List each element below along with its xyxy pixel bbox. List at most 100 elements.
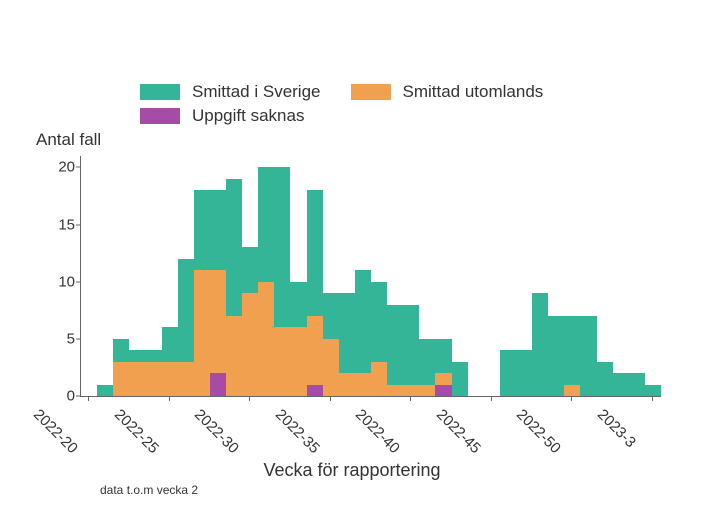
bar-segment bbox=[419, 339, 435, 385]
bar-segment bbox=[307, 190, 323, 316]
bar-segment bbox=[274, 167, 290, 327]
bar-segment bbox=[452, 362, 468, 396]
x-tick-mark bbox=[410, 396, 411, 401]
bar-segment bbox=[532, 293, 548, 396]
bar-col bbox=[548, 156, 564, 396]
bar-segment bbox=[500, 350, 516, 396]
x-tick-label: 2022-20 bbox=[30, 406, 81, 457]
y-tick: 15 bbox=[45, 216, 75, 233]
bar-segment bbox=[242, 293, 258, 396]
bar-segment bbox=[129, 350, 145, 361]
bar-segment bbox=[323, 293, 339, 339]
bar-segment bbox=[113, 339, 129, 362]
bar-col bbox=[210, 156, 226, 396]
bar-col bbox=[468, 156, 484, 396]
x-tick-mark bbox=[169, 396, 170, 401]
legend-label-utomlands: Smittad utomlands bbox=[403, 82, 544, 102]
bar-col bbox=[564, 156, 580, 396]
legend: Smittad i Sverige Smittad utomlands Uppg… bbox=[140, 82, 600, 130]
bar-col bbox=[387, 156, 403, 396]
bar-col bbox=[194, 156, 210, 396]
bar-segment bbox=[307, 316, 323, 385]
y-tick: 20 bbox=[45, 159, 75, 176]
footnote: data t.o.m vecka 2 bbox=[100, 483, 198, 497]
bar-segment bbox=[645, 385, 661, 396]
bar-segment bbox=[371, 282, 387, 362]
bar-segment bbox=[210, 373, 226, 396]
y-axis-title: Antal fall bbox=[36, 130, 101, 150]
legend-label-sverige: Smittad i Sverige bbox=[192, 82, 321, 102]
legend-item-utomlands: Smittad utomlands bbox=[351, 82, 544, 102]
x-tick-mark bbox=[249, 396, 250, 401]
bar-segment bbox=[258, 282, 274, 396]
bar-segment bbox=[194, 270, 210, 396]
bar-col bbox=[307, 156, 323, 396]
x-tick-label: 2022-45 bbox=[433, 406, 484, 457]
bar-col bbox=[516, 156, 532, 396]
bar-segment bbox=[178, 259, 194, 362]
bar-col bbox=[323, 156, 339, 396]
bar-col bbox=[81, 156, 97, 396]
bar-segment bbox=[323, 339, 339, 396]
x-tick-mark bbox=[330, 396, 331, 401]
x-tick-label: 2022-50 bbox=[513, 406, 564, 457]
bar-segment bbox=[210, 190, 226, 270]
bar-segment bbox=[564, 385, 580, 396]
bar-col bbox=[484, 156, 500, 396]
bar-col bbox=[145, 156, 161, 396]
bar-col bbox=[355, 156, 371, 396]
bar-segment bbox=[355, 373, 371, 396]
bar-col bbox=[258, 156, 274, 396]
bar-col bbox=[129, 156, 145, 396]
y-tick: 0 bbox=[45, 388, 75, 405]
x-tick-label: 2022-30 bbox=[191, 406, 242, 457]
bar-segment bbox=[355, 270, 371, 373]
legend-swatch-sverige bbox=[140, 84, 180, 100]
x-tick-label: 2022-25 bbox=[111, 406, 162, 457]
bar-col bbox=[178, 156, 194, 396]
bar-col bbox=[613, 156, 629, 396]
bar-segment bbox=[145, 362, 161, 396]
bar-segment bbox=[162, 362, 178, 396]
bar-segment bbox=[613, 373, 629, 396]
bar-col bbox=[97, 156, 113, 396]
bar-col bbox=[274, 156, 290, 396]
legend-item-saknas: Uppgift saknas bbox=[140, 106, 304, 126]
bar-segment bbox=[580, 316, 596, 396]
bar-segment bbox=[307, 385, 323, 396]
x-tick-mark bbox=[491, 396, 492, 401]
bar-segment bbox=[387, 385, 403, 396]
bar-col bbox=[403, 156, 419, 396]
y-tick: 5 bbox=[45, 330, 75, 347]
bar-col bbox=[435, 156, 451, 396]
bar-segment bbox=[339, 293, 355, 373]
bar-col bbox=[645, 156, 661, 396]
x-tick-label: 2023-3 bbox=[594, 406, 639, 451]
bar-segment bbox=[226, 179, 242, 316]
x-tick-label: 2022-40 bbox=[352, 406, 403, 457]
bar-col bbox=[162, 156, 178, 396]
bar-segment bbox=[129, 362, 145, 396]
bar-col bbox=[113, 156, 129, 396]
x-tick-mark bbox=[88, 396, 89, 401]
bar-segment bbox=[339, 373, 355, 396]
bar-segment bbox=[435, 373, 451, 384]
chart-container: Smittad i Sverige Smittad utomlands Uppg… bbox=[0, 0, 704, 512]
bar-segment bbox=[597, 362, 613, 396]
x-axis-ticks: 2022-202022-252022-302022-352022-402022-… bbox=[80, 396, 660, 456]
bar-segment bbox=[242, 247, 258, 293]
bar-segment bbox=[435, 385, 451, 396]
plot-area: 05101520 bbox=[80, 156, 661, 397]
bar-segment bbox=[387, 305, 403, 385]
bar-col bbox=[419, 156, 435, 396]
bar-col bbox=[500, 156, 516, 396]
bar-segment bbox=[290, 282, 306, 328]
bar-col bbox=[290, 156, 306, 396]
bar-col bbox=[226, 156, 242, 396]
bar-segment bbox=[403, 305, 419, 385]
bar-segment bbox=[274, 327, 290, 396]
y-tick: 10 bbox=[45, 273, 75, 290]
bar-segment bbox=[403, 385, 419, 396]
legend-swatch-saknas bbox=[140, 108, 180, 124]
bar-col bbox=[532, 156, 548, 396]
